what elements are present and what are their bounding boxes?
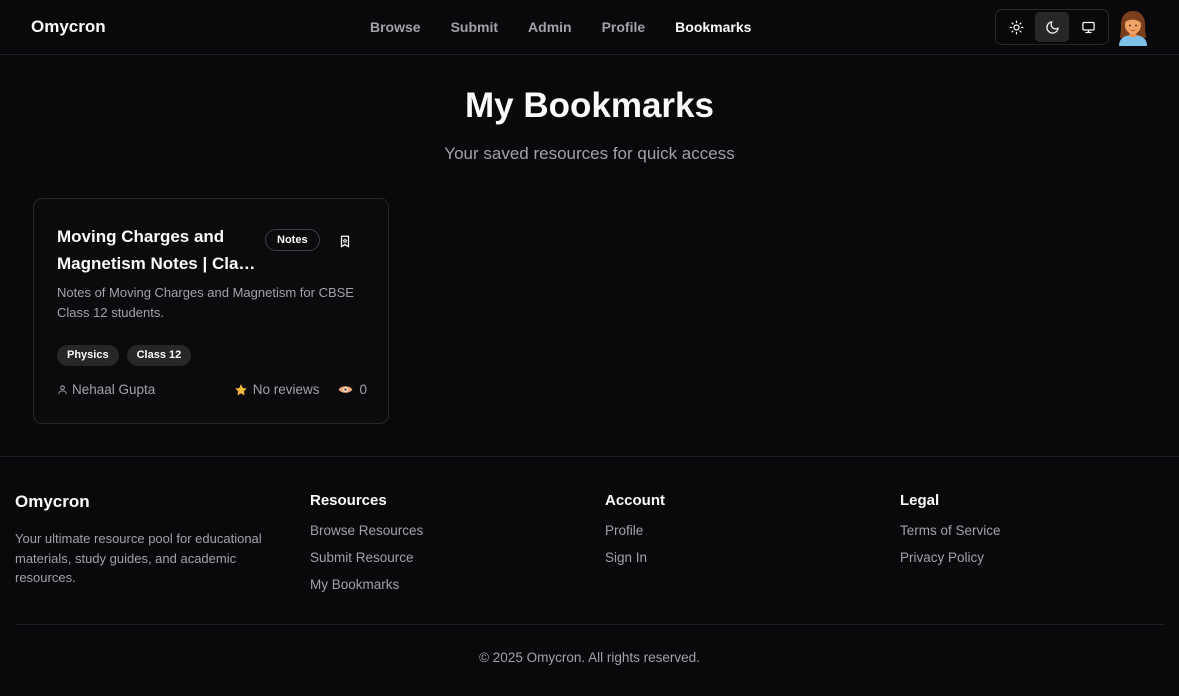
footer-brand-column: Omycron Your ultimate resource pool for … bbox=[15, 492, 290, 588]
system-theme-button[interactable] bbox=[1071, 12, 1105, 42]
page-subtitle: Your saved resources for quick access bbox=[444, 144, 735, 163]
page: Omycron Browse Submit Admin Profile Book… bbox=[0, 0, 1179, 696]
bookmark-button[interactable] bbox=[336, 232, 354, 250]
footer-link-my-bookmarks[interactable]: My Bookmarks bbox=[310, 576, 423, 593]
views-number: 0 bbox=[359, 382, 367, 397]
nav-submit[interactable]: Submit bbox=[451, 19, 498, 35]
monitor-icon bbox=[1081, 21, 1095, 33]
theme-toggle bbox=[995, 9, 1109, 45]
resource-type-badge: Notes bbox=[265, 229, 320, 251]
copyright-text: © 2025 Omycron. All rights reserved. bbox=[479, 650, 700, 665]
star-icon bbox=[234, 383, 247, 395]
dark-theme-button[interactable] bbox=[1035, 12, 1069, 42]
footer-account-column: Account Profile Sign In bbox=[605, 492, 665, 576]
bookmark-icon bbox=[340, 235, 350, 247]
resource-tags: Physics Class 12 bbox=[57, 345, 192, 366]
view-count: 0 bbox=[338, 382, 367, 397]
light-theme-button[interactable] bbox=[999, 12, 1033, 42]
user-avatar[interactable] bbox=[1116, 10, 1150, 46]
footer-link-privacy[interactable]: Privacy Policy bbox=[900, 549, 1001, 566]
footer-link-submit-resource[interactable]: Submit Resource bbox=[310, 549, 423, 566]
footer-brand: Omycron bbox=[15, 492, 90, 511]
footer-link-browse-resources[interactable]: Browse Resources bbox=[310, 522, 423, 539]
resource-card[interactable]: Moving Charges and Magnetism Notes | Cla… bbox=[33, 198, 389, 424]
avatar-icon bbox=[1119, 11, 1147, 46]
nav-browse[interactable]: Browse bbox=[370, 19, 421, 35]
eye-icon bbox=[339, 386, 353, 393]
footer: Omycron Your ultimate resource pool for … bbox=[0, 456, 1179, 696]
footer-divider bbox=[15, 624, 1164, 625]
nav-profile[interactable]: Profile bbox=[602, 19, 646, 35]
page-title: My Bookmarks bbox=[465, 86, 714, 125]
user-icon bbox=[58, 385, 67, 395]
sun-icon bbox=[1009, 20, 1023, 34]
footer-resources-column: Resources Browse Resources Submit Resour… bbox=[310, 492, 423, 603]
main-nav: Browse Submit Admin Profile Bookmarks bbox=[370, 19, 781, 35]
footer-legal-column: Legal Terms of Service Privacy Policy bbox=[900, 492, 1001, 576]
rating-text: No reviews bbox=[252, 382, 320, 397]
author-name: Nehaal Gupta bbox=[72, 382, 156, 397]
resource-title[interactable]: Moving Charges and Magnetism Notes | Cla… bbox=[57, 223, 262, 277]
resource-description: Notes of Moving Charges and Magnetism fo… bbox=[57, 285, 354, 320]
footer-description: Your ultimate resource pool for educatio… bbox=[15, 531, 262, 585]
resource-author: Nehaal Gupta bbox=[57, 382, 155, 397]
resource-stats: No reviews 0 bbox=[234, 382, 367, 397]
footer-heading-account: Account bbox=[605, 492, 665, 509]
footer-heading-resources: Resources bbox=[310, 492, 387, 509]
nav-admin[interactable]: Admin bbox=[528, 19, 572, 35]
resource-meta: Nehaal Gupta No reviews 0 bbox=[57, 382, 367, 397]
moon-icon bbox=[1045, 20, 1059, 34]
footer-heading-legal: Legal bbox=[900, 492, 940, 509]
footer-link-terms[interactable]: Terms of Service bbox=[900, 522, 1001, 539]
footer-link-profile[interactable]: Profile bbox=[605, 522, 665, 539]
brand-logo[interactable]: Omycron bbox=[31, 17, 106, 37]
top-navbar: Omycron Browse Submit Admin Profile Book… bbox=[0, 0, 1179, 55]
nav-bookmarks[interactable]: Bookmarks bbox=[675, 19, 751, 35]
tag-physics[interactable]: Physics bbox=[57, 345, 119, 366]
tag-class-12[interactable]: Class 12 bbox=[126, 345, 192, 366]
footer-link-sign-in[interactable]: Sign In bbox=[605, 549, 665, 566]
